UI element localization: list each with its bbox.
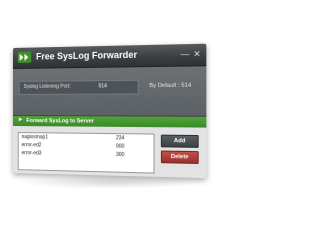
close-icon[interactable]: ✕ bbox=[192, 49, 202, 59]
server-name: error-ed3 bbox=[21, 150, 42, 157]
window-title: Free SysLog Forwarder bbox=[36, 49, 138, 62]
list-item[interactable]: error-ed3 300 bbox=[19, 150, 154, 160]
screenshot-stage: Free SysLog Forwarder — ✕ Syslog Listeni… bbox=[0, 0, 223, 210]
minimize-icon[interactable]: — bbox=[180, 49, 190, 59]
server-name: nagiosmap1 bbox=[21, 134, 48, 141]
settings-panel: Syslog Listening Port: 514 By Default : … bbox=[13, 66, 207, 117]
arrow-right-icon: ► bbox=[17, 117, 24, 124]
app-window: Free SysLog Forwarder — ✕ Syslog Listeni… bbox=[13, 43, 207, 179]
app-logo-icon bbox=[17, 51, 32, 63]
server-list[interactable]: nagiosmap1 234 error-ed2 900 error-ed3 3… bbox=[17, 132, 155, 174]
add-button[interactable]: Add bbox=[160, 134, 199, 148]
servers-panel: nagiosmap1 234 error-ed2 900 error-ed3 3… bbox=[13, 126, 207, 179]
server-name: error-ed2 bbox=[21, 142, 42, 149]
listening-port-field[interactable]: Syslog Listening Port: 514 bbox=[18, 79, 139, 95]
listening-port-value[interactable]: 514 bbox=[99, 83, 108, 89]
listening-port-label: Syslog Listening Port: bbox=[23, 83, 71, 90]
server-port: 234 bbox=[115, 135, 125, 142]
default-port-hint: By Default : 514 bbox=[149, 82, 192, 90]
server-port: 900 bbox=[115, 143, 125, 150]
forward-section-title: Forward SysLog to Server bbox=[26, 118, 94, 125]
title-bar[interactable]: Free SysLog Forwarder — ✕ bbox=[13, 43, 207, 69]
delete-button[interactable]: Delete bbox=[160, 150, 199, 164]
server-port: 300 bbox=[115, 151, 125, 159]
